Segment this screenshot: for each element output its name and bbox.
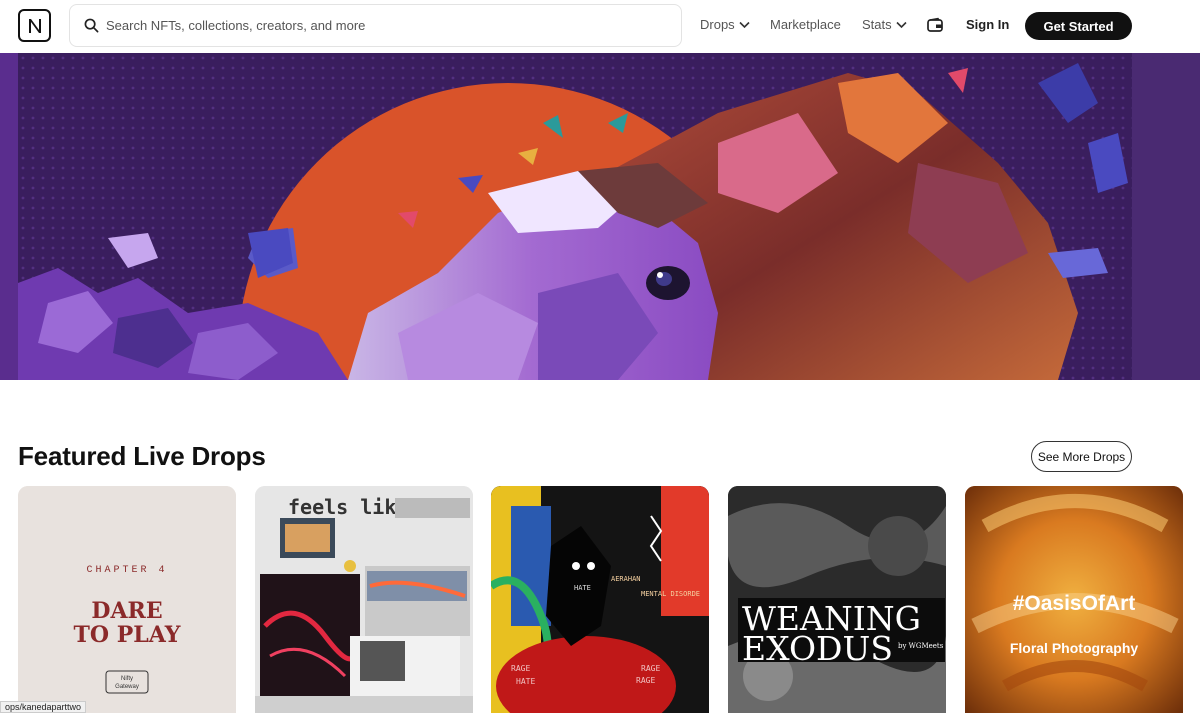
card-hashtag: #OasisOfArt [1013, 592, 1136, 615]
card-caption-mid: MENTAL DISORDE [641, 590, 700, 598]
card-hate-text: HATE [516, 677, 535, 686]
top-navigation-bar: Drops Marketplace Stats Sign In Get Star… [0, 0, 1200, 52]
card-rage-text: RAGE [641, 664, 660, 673]
nav-marketplace-link[interactable]: Marketplace [770, 17, 841, 32]
dog-portrait-artwork [18, 53, 1132, 380]
chevron-down-icon [896, 21, 907, 28]
card-badge-line1: Nifty [121, 676, 133, 682]
hero-banner[interactable] [0, 53, 1200, 380]
hero-artwork [18, 53, 1132, 380]
sign-in-link[interactable]: Sign In [966, 17, 1009, 32]
wallet-icon[interactable] [927, 17, 943, 33]
nav-drops-label: Drops [700, 17, 735, 32]
drop-card-artwork: CHAPTER 4 DARE TO PLAY Nifty Gateway [18, 486, 236, 713]
drop-card-artwork: feels like [255, 486, 473, 713]
logo-n-icon [28, 18, 41, 33]
search-bar[interactable] [69, 4, 682, 47]
section-title: Featured Live Drops [18, 441, 266, 471]
drop-card-artwork: AERAHAN MENTAL DISORDE HATE RAGE HATE RA… [491, 486, 709, 713]
search-icon [84, 18, 99, 33]
nav-stats-label: Stats [862, 17, 892, 32]
chevron-down-icon [739, 21, 750, 28]
card-byline: by WGMeets [898, 642, 944, 650]
see-more-drops-button[interactable]: See More Drops [1031, 441, 1132, 472]
nav-stats-menu[interactable]: Stats [862, 17, 907, 32]
card-title-line1: DARE [91, 598, 162, 624]
drop-card[interactable]: CHAPTER 4 DARE TO PLAY Nifty Gateway [18, 486, 236, 713]
nav-marketplace-label: Marketplace [770, 17, 841, 32]
drop-card[interactable]: #OasisOfArt Floral Photography [965, 486, 1183, 713]
card-title-line2: TO PLAY [74, 622, 181, 648]
drop-card-artwork: #OasisOfArt Floral Photography [965, 486, 1183, 713]
card-title-line2: EXODUS [742, 629, 893, 668]
drop-card-artwork: WEANING EXODUS by WGMeets [728, 486, 946, 713]
card-caption-top: AERAHAN [611, 575, 641, 583]
card-badge-line2: Gateway [115, 684, 139, 690]
hero-left-edge [0, 53, 18, 380]
card-chapter-text: CHAPTER 4 [86, 565, 167, 576]
card-rage-text: RAGE [636, 676, 655, 685]
search-input[interactable] [106, 18, 646, 33]
card-headline: feels like [288, 495, 408, 519]
nav-drops-menu[interactable]: Drops [700, 17, 750, 32]
hero-right-edge [1132, 53, 1200, 380]
nifty-logo[interactable] [18, 9, 51, 42]
featured-drops-list: CHAPTER 4 DARE TO PLAY Nifty Gateway fee… [18, 486, 1200, 713]
drop-card[interactable]: AERAHAN MENTAL DISORDE HATE RAGE HATE RA… [491, 486, 709, 713]
card-rage-text: RAGE [511, 664, 530, 673]
card-subtitle: Floral Photography [1010, 640, 1139, 656]
drop-card[interactable]: feels like [255, 486, 473, 713]
get-started-button[interactable]: Get Started [1025, 12, 1132, 40]
link-status-bar: ops/kanedaparttwo [0, 701, 87, 713]
card-side-word: HATE [574, 584, 591, 592]
drop-card[interactable]: WEANING EXODUS by WGMeets [728, 486, 946, 713]
